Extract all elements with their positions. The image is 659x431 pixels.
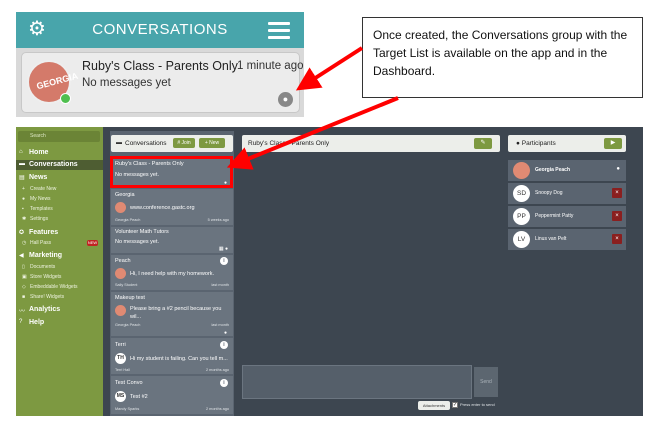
arrow-to-mobile [295,46,364,91]
annotation-arrows [226,46,399,170]
arrow-to-dashboard [226,96,399,170]
